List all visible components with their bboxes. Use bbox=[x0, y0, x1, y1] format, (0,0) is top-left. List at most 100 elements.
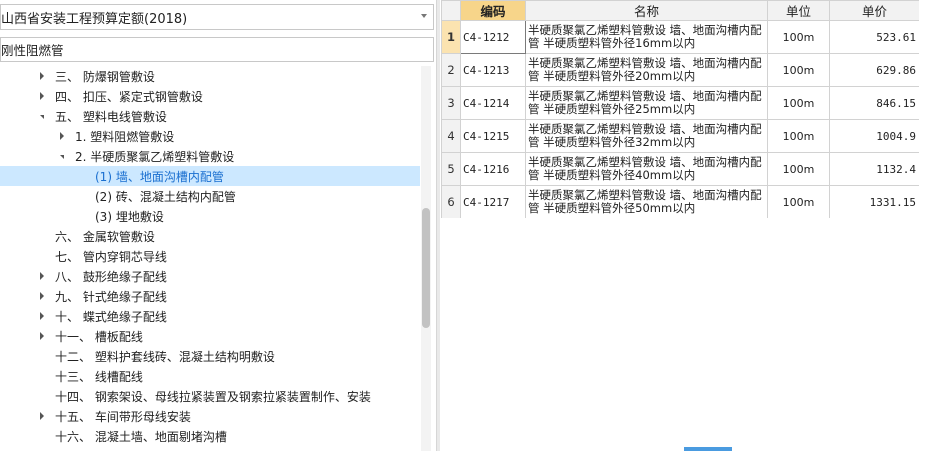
row-number-cell[interactable]: 6 bbox=[441, 185, 461, 219]
name-cell[interactable]: 半硬质聚氯乙烯塑料管敷设 墙、地面沟槽内配管 半硬质塑料管外径25mm以内 bbox=[525, 86, 768, 120]
name-cell[interactable]: 半硬质聚氯乙烯塑料管敷设 墙、地面沟槽内配管 半硬质塑料管外径20mm以内 bbox=[525, 53, 768, 87]
chapter-tree: 三、 防爆钢管敷设四、 扣压、紧定式钢管敷设五、 塑料电线管敷设 1. 塑料阻燃管… bbox=[0, 66, 420, 451]
tree-node[interactable]: 十一、 槽板配线 bbox=[0, 326, 420, 346]
search-input[interactable] bbox=[0, 37, 434, 62]
row-number-cell[interactable]: 5 bbox=[441, 152, 461, 186]
table-row[interactable]: 2 C4-1213 半硬质聚氯乙烯塑料管敷设 墙、地面沟槽内配管 半硬质塑料管外径2… bbox=[441, 53, 920, 87]
tree-node[interactable]: 三、 防爆钢管敷设 bbox=[0, 66, 420, 86]
tree-node[interactable]: 十五、 车间带形母线安装 bbox=[0, 406, 420, 426]
unit-cell[interactable]: 100m bbox=[767, 119, 830, 153]
chevron-down-icon[interactable] bbox=[57, 146, 67, 166]
tree-node[interactable]: (2) 砖、混凝土结构内配管 bbox=[0, 186, 420, 206]
price-cell[interactable]: 1132.4 bbox=[829, 152, 920, 186]
table-row[interactable]: 5 C4-1216 半硬质聚氯乙烯塑料管敷设 墙、地面沟槽内配管 半硬质塑料管外径4… bbox=[441, 152, 920, 186]
code-cell[interactable]: C4-1216 bbox=[460, 152, 526, 186]
code-cell[interactable]: C4-1215 bbox=[460, 119, 526, 153]
horizontal-scroll-indicator[interactable] bbox=[684, 447, 732, 451]
tree-node-label: (2) 砖、混凝土结构内配管 bbox=[95, 189, 236, 204]
panel-splitter[interactable] bbox=[436, 0, 440, 451]
tree-node[interactable]: 八、 鼓形绝缘子配线 bbox=[0, 266, 420, 286]
tree-node[interactable]: 六、 金属软管敷设 bbox=[0, 226, 420, 246]
tree-node[interactable]: 十二、 塑料护套线砖、混凝土结构明敷设 bbox=[0, 346, 420, 366]
tree-node-label: 十五、 车间带形母线安装 bbox=[55, 409, 191, 424]
tree-node[interactable]: 1. 塑料阻燃管敷设 bbox=[0, 126, 420, 146]
tree-node-label: 十六、 混凝土墙、地面剔堵沟槽 bbox=[55, 429, 227, 444]
unit-cell[interactable]: 100m bbox=[767, 152, 830, 186]
unit-cell[interactable]: 100m bbox=[767, 185, 830, 219]
tree-node[interactable]: (1) 墙、地面沟槽内配管 bbox=[0, 166, 420, 186]
name-cell[interactable]: 半硬质聚氯乙烯塑料管敷设 墙、地面沟槽内配管 半硬质塑料管外径40mm以内 bbox=[525, 152, 768, 186]
tree-node[interactable]: 2. 半硬质聚氯乙烯塑料管敷设 bbox=[0, 146, 420, 166]
tree-node-label: (3) 埋地敷设 bbox=[95, 209, 164, 224]
name-cell[interactable]: 半硬质聚氯乙烯塑料管敷设 墙、地面沟槽内配管 半硬质塑料管外径32mm以内 bbox=[525, 119, 768, 153]
tree-node[interactable]: 五、 塑料电线管敷设 bbox=[0, 106, 420, 126]
name-cell[interactable]: 半硬质聚氯乙烯塑料管敷设 墙、地面沟槽内配管 半硬质塑料管外径16mm以内 bbox=[525, 20, 768, 54]
chevron-right-icon[interactable] bbox=[37, 266, 47, 286]
quota-library-value: 山西省安装工程预算定额(2018) bbox=[1, 11, 188, 27]
tree-node[interactable]: 十、 蝶式绝缘子配线 bbox=[0, 306, 420, 326]
header-rownum bbox=[441, 0, 461, 21]
tree-node[interactable]: 十六、 混凝土墙、地面剔堵沟槽 bbox=[0, 426, 420, 446]
tree-scrollbar[interactable] bbox=[421, 66, 431, 451]
tree-node-label: 十一、 槽板配线 bbox=[55, 329, 143, 344]
table-row[interactable]: 6 C4-1217 半硬质聚氯乙烯塑料管敷设 墙、地面沟槽内配管 半硬质塑料管外径5… bbox=[441, 185, 920, 219]
chevron-right-icon[interactable] bbox=[37, 286, 47, 306]
chevron-down-icon[interactable] bbox=[421, 14, 427, 18]
grid-header-row: 编码 名称 单位 单价 bbox=[441, 0, 920, 21]
row-number-cell[interactable]: 3 bbox=[441, 86, 461, 120]
table-row[interactable]: 3 C4-1214 半硬质聚氯乙烯塑料管敷设 墙、地面沟槽内配管 半硬质塑料管外径2… bbox=[441, 86, 920, 120]
tree-node-label: 三、 防爆钢管敷设 bbox=[55, 69, 155, 84]
header-unit[interactable]: 单位 bbox=[767, 0, 830, 21]
chevron-right-icon[interactable] bbox=[37, 66, 47, 86]
tree-node-label: 八、 鼓形绝缘子配线 bbox=[55, 269, 167, 284]
row-number-cell[interactable]: 1 bbox=[441, 20, 461, 54]
row-number-cell[interactable]: 2 bbox=[441, 53, 461, 87]
header-name[interactable]: 名称 bbox=[525, 0, 768, 21]
tree-scroll-thumb[interactable] bbox=[422, 208, 430, 328]
name-cell[interactable]: 半硬质聚氯乙烯塑料管敷设 墙、地面沟槽内配管 半硬质塑料管外径50mm以内 bbox=[525, 185, 768, 219]
code-cell[interactable]: C4-1217 bbox=[460, 185, 526, 219]
row-number-cell[interactable]: 4 bbox=[441, 119, 461, 153]
grid-empty-area bbox=[441, 218, 950, 451]
chevron-right-icon[interactable] bbox=[37, 406, 47, 426]
header-price[interactable]: 单价 bbox=[829, 0, 920, 21]
tree-node[interactable]: 七、 管内穿铜芯导线 bbox=[0, 246, 420, 266]
tree-node[interactable]: 十四、 钢索架设、母线拉紧装置及钢索拉紧装置制作、安装 bbox=[0, 386, 420, 406]
quota-tree-panel: 山西省安装工程预算定额(2018) 三、 防爆钢管敷设四、 扣压、紧定式钢管敷设… bbox=[0, 0, 437, 451]
chevron-right-icon[interactable] bbox=[37, 86, 47, 106]
price-cell[interactable]: 846.15 bbox=[829, 86, 920, 120]
tree-node-label: 十四、 钢索架设、母线拉紧装置及钢索拉紧装置制作、安装 bbox=[55, 389, 371, 404]
quota-library-select[interactable]: 山西省安装工程预算定额(2018) bbox=[0, 4, 434, 30]
header-code[interactable]: 编码 bbox=[460, 0, 526, 21]
price-cell[interactable]: 629.86 bbox=[829, 53, 920, 87]
chevron-right-icon[interactable] bbox=[37, 306, 47, 326]
tree-node-label: 七、 管内穿铜芯导线 bbox=[55, 249, 167, 264]
code-cell[interactable]: C4-1213 bbox=[460, 53, 526, 87]
code-cell[interactable]: C4-1212 bbox=[460, 20, 526, 54]
tree-node[interactable]: 九、 针式绝缘子配线 bbox=[0, 286, 420, 306]
price-cell[interactable]: 1004.9 bbox=[829, 119, 920, 153]
tree-node-label: 十二、 塑料护套线砖、混凝土结构明敷设 bbox=[55, 349, 275, 364]
table-row[interactable]: 4 C4-1215 半硬质聚氯乙烯塑料管敷设 墙、地面沟槽内配管 半硬质塑料管外径3… bbox=[441, 119, 920, 153]
chevron-right-icon[interactable] bbox=[37, 326, 47, 346]
tree-node-label: 九、 针式绝缘子配线 bbox=[55, 289, 167, 304]
price-cell[interactable]: 523.61 bbox=[829, 20, 920, 54]
tree-node-label: 六、 金属软管敷设 bbox=[55, 229, 155, 244]
unit-cell[interactable]: 100m bbox=[767, 86, 830, 120]
chevron-right-icon[interactable] bbox=[57, 126, 67, 146]
unit-cell[interactable]: 100m bbox=[767, 20, 830, 54]
tree-node-label: 2. 半硬质聚氯乙烯塑料管敷设 bbox=[75, 149, 235, 164]
price-cell[interactable]: 1331.15 bbox=[829, 185, 920, 219]
table-row[interactable]: 1 C4-1212 半硬质聚氯乙烯塑料管敷设 墙、地面沟槽内配管 半硬质塑料管外径1… bbox=[441, 20, 920, 54]
tree-node-label: 十、 蝶式绝缘子配线 bbox=[55, 309, 167, 324]
tree-node[interactable]: 十三、 线槽配线 bbox=[0, 366, 420, 386]
unit-cell[interactable]: 100m bbox=[767, 53, 830, 87]
tree-node-label: 五、 塑料电线管敷设 bbox=[55, 109, 167, 124]
tree-node[interactable]: (3) 埋地敷设 bbox=[0, 206, 420, 226]
tree-node-label: 1. 塑料阻燃管敷设 bbox=[75, 129, 175, 144]
quota-item-grid: 编码 名称 单位 单价 1 C4-1212 半硬质聚氯乙烯塑料管敷设 墙、地面沟槽内… bbox=[441, 0, 920, 219]
tree-node[interactable]: 四、 扣压、紧定式钢管敷设 bbox=[0, 86, 420, 106]
tree-node-label: 十三、 线槽配线 bbox=[55, 369, 143, 384]
code-cell[interactable]: C4-1214 bbox=[460, 86, 526, 120]
chevron-down-icon[interactable] bbox=[37, 106, 47, 126]
